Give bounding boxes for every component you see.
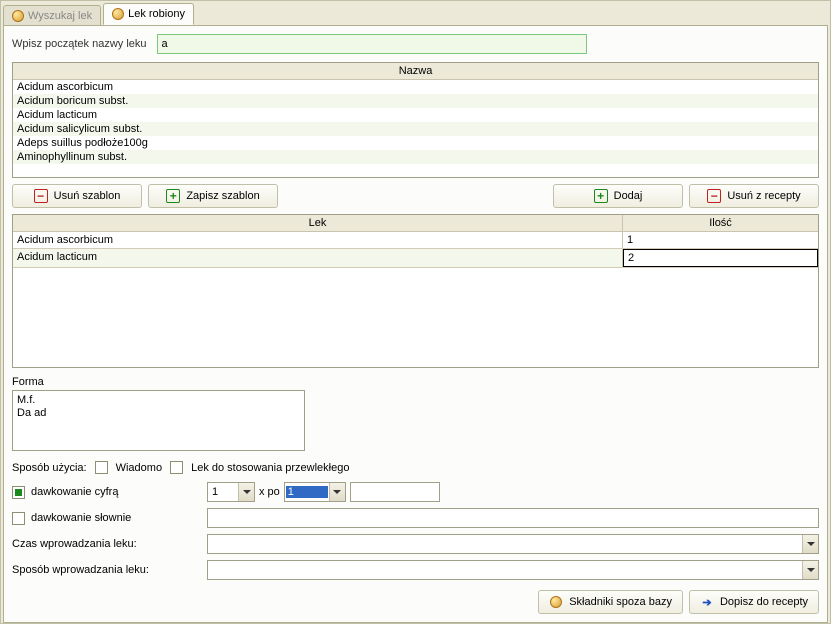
tab-lek-robiony[interactable]: Lek robiony	[103, 3, 194, 25]
tab-bar: Wyszukaj lek Lek robiony	[3, 3, 828, 25]
button-label: Dopisz do recepty	[720, 596, 808, 608]
lek-cell: Acidum ascorbicum	[13, 232, 623, 248]
usage-label: Sposób użycia:	[12, 462, 87, 474]
name-row[interactable]: Acidum lacticum	[13, 108, 818, 122]
button-label: Usuń szablon	[54, 190, 121, 202]
tab-label: Wyszukaj lek	[28, 10, 92, 22]
tab-wyszukaj-lek[interactable]: Wyszukaj lek	[3, 5, 101, 25]
chevron-down-icon[interactable]	[329, 483, 345, 501]
minus-icon: −	[34, 189, 48, 203]
pill-icon	[112, 8, 124, 20]
combo-value: 1	[286, 486, 328, 498]
ilosc-cell-editing[interactable]: 2	[623, 249, 818, 267]
arrow-right-icon: ➔	[700, 595, 714, 609]
button-label: Dodaj	[614, 190, 643, 202]
name-row[interactable]: Aminophyllinum subst.	[13, 150, 818, 164]
button-label: Zapisz szablon	[186, 190, 259, 202]
name-table-header: Nazwa	[13, 63, 818, 80]
dodaj-button[interactable]: + Dodaj	[553, 184, 683, 208]
main-panel: Wpisz początek nazwy leku Nazwa Acidum a…	[3, 25, 828, 623]
name-table: Nazwa Acidum ascorbicum Acidum boricum s…	[12, 62, 819, 178]
lek-column-header: Lek	[13, 215, 623, 231]
czas-label: Czas wprowadzania leku:	[12, 538, 137, 550]
search-input[interactable]	[157, 34, 587, 54]
usun-z-recepty-button[interactable]: − Usuń z recepty	[689, 184, 819, 208]
combo-value: 1	[208, 486, 238, 498]
button-label: Usuń z recepty	[727, 190, 800, 202]
name-row[interactable]: Acidum salicylicum subst.	[13, 122, 818, 136]
xpo-label: x po	[259, 486, 280, 498]
zapisz-szablon-button[interactable]: + Zapisz szablon	[148, 184, 278, 208]
button-label: Składniki spoza bazy	[569, 596, 672, 608]
dawkowanie-cyfra-label: dawkowanie cyfrą	[31, 486, 118, 498]
name-row[interactable]: Adeps suillus podłoże100g	[13, 136, 818, 150]
forma-label: Forma	[12, 376, 819, 388]
wiadomo-label: Wiadomo	[116, 462, 162, 474]
dose-extra-input[interactable]	[350, 482, 440, 502]
name-row[interactable]: Acidum boricum subst.	[13, 94, 818, 108]
dawkowanie-slownie-input[interactable]	[207, 508, 819, 528]
ilosc-column-header: Ilość	[623, 215, 818, 231]
chevron-down-icon[interactable]	[802, 561, 818, 579]
sposob-combo[interactable]	[207, 560, 819, 580]
dose-per-combo[interactable]: 1	[284, 482, 346, 502]
dopisz-button[interactable]: ➔ Dopisz do recepty	[689, 590, 819, 614]
search-label: Wpisz początek nazwy leku	[12, 38, 147, 50]
dawkowanie-slownie-checkbox[interactable]	[12, 512, 25, 525]
name-row[interactable]: Acidum ascorbicum	[13, 80, 818, 94]
sposob-label: Sposób wprowadzania leku:	[12, 564, 149, 576]
wiadomo-checkbox[interactable]	[95, 461, 108, 474]
minus-icon: −	[707, 189, 721, 203]
chevron-down-icon[interactable]	[238, 483, 254, 501]
przewlekle-checkbox[interactable]	[170, 461, 183, 474]
pill-icon	[12, 10, 24, 22]
forma-textarea[interactable]: M.f. Da ad	[12, 390, 305, 451]
przewlekle-label: Lek do stosowania przewlekłego	[191, 462, 349, 474]
ilosc-cell: 1	[623, 232, 818, 248]
tab-label: Lek robiony	[128, 8, 185, 20]
dawkowanie-cyfra-checkbox[interactable]	[12, 486, 25, 499]
name-table-body[interactable]: Acidum ascorbicum Acidum boricum subst. …	[13, 80, 818, 174]
dawkowanie-slownie-label: dawkowanie słownie	[31, 512, 131, 524]
plus-icon: +	[166, 189, 180, 203]
skladniki-button[interactable]: Składniki spoza bazy	[538, 590, 683, 614]
lek-row[interactable]: Acidum ascorbicum 1	[13, 232, 818, 249]
lek-table: Lek Ilość Acidum ascorbicum 1 Acidum lac…	[12, 214, 819, 368]
usun-szablon-button[interactable]: − Usuń szablon	[12, 184, 142, 208]
lek-row[interactable]: Acidum lacticum 2	[13, 249, 818, 268]
lek-cell: Acidum lacticum	[13, 249, 623, 267]
plus-icon: +	[594, 189, 608, 203]
czas-combo[interactable]	[207, 534, 819, 554]
chevron-down-icon[interactable]	[802, 535, 818, 553]
pill-icon	[549, 595, 563, 609]
dose-count-combo[interactable]: 1	[207, 482, 255, 502]
